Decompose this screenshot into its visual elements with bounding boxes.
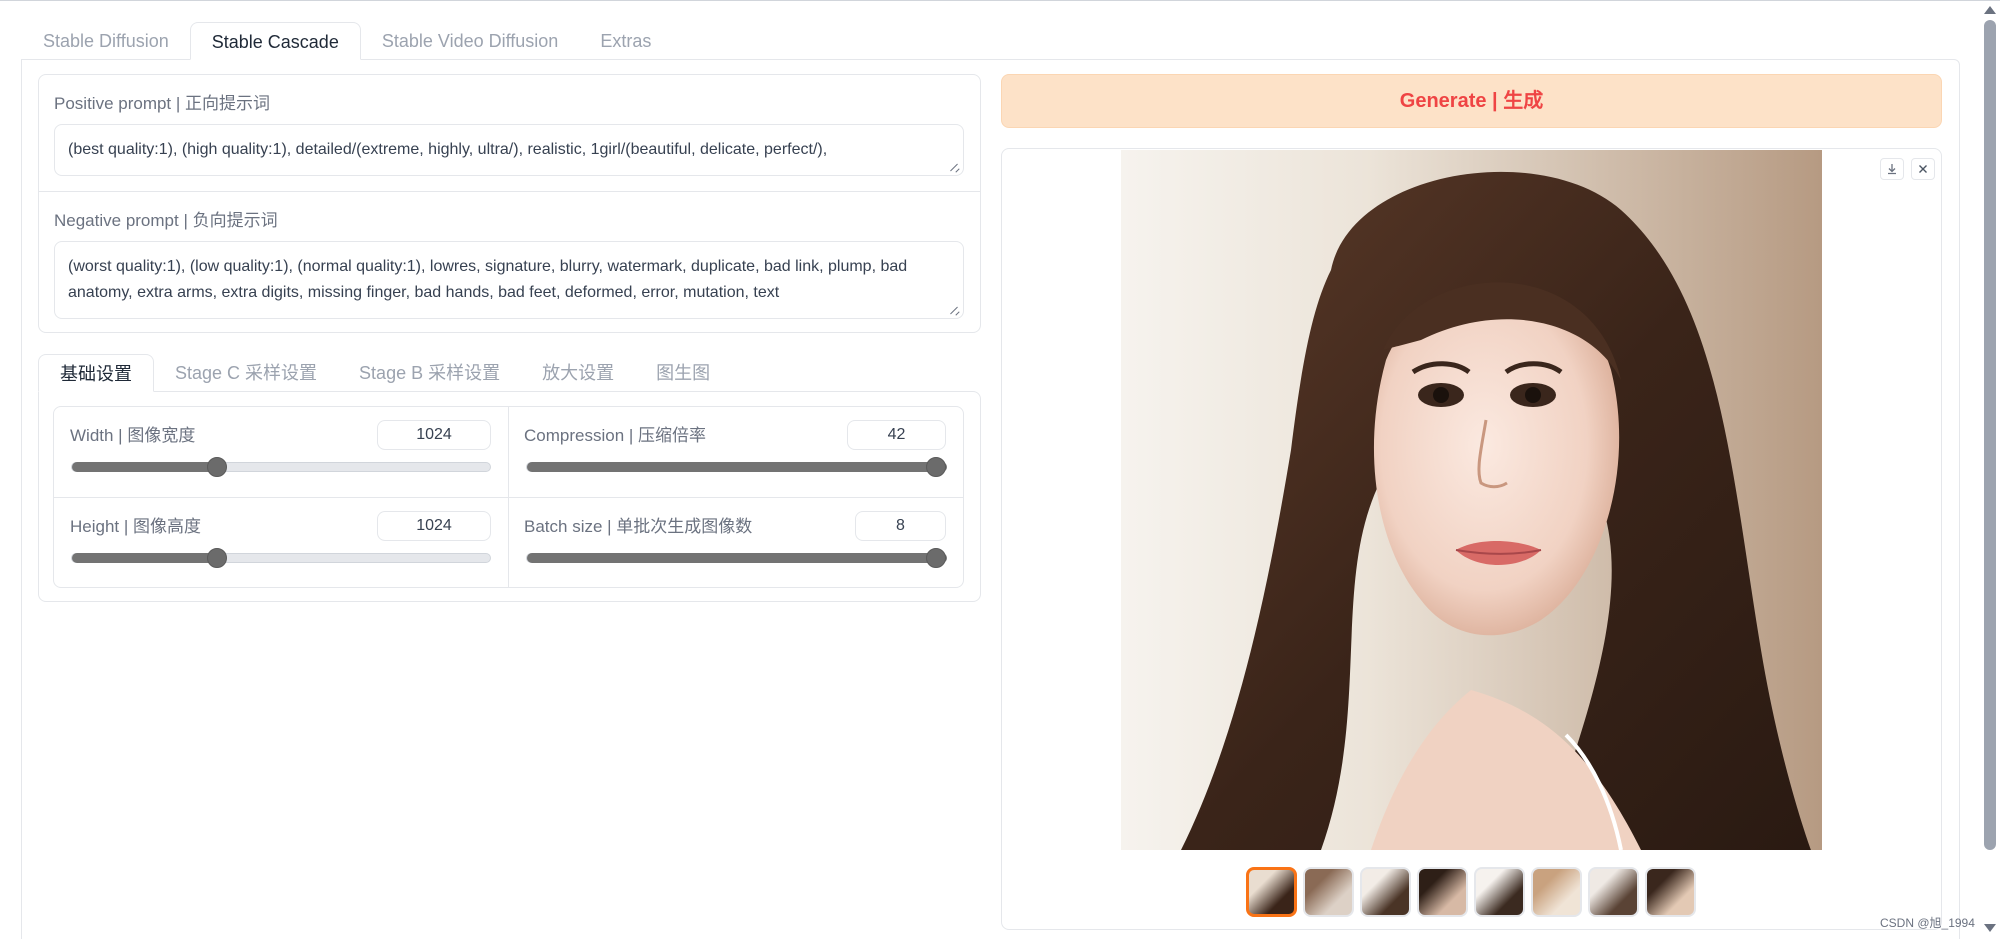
thumbnail-1[interactable] <box>1246 867 1297 917</box>
thumbnail-strip <box>1246 867 1696 917</box>
divider <box>39 191 980 192</box>
close-icon <box>1919 165 1927 173</box>
compression-label: Compression | 压缩倍率 <box>524 426 707 445</box>
tab-stable-video-diffusion[interactable]: Stable Video Diffusion <box>361 22 579 60</box>
compression-slider-thumb[interactable] <box>926 457 946 477</box>
negative-prompt-text: (worst quality:1), (low quality:1), (nor… <box>68 258 908 301</box>
close-button[interactable] <box>1911 158 1935 180</box>
height-slider-thumb[interactable] <box>207 548 227 568</box>
height-label: Height | 图像高度 <box>70 517 202 536</box>
tab-extras[interactable]: Extras <box>579 22 672 60</box>
batch-size-label: Batch size | 单批次生成图像数 <box>524 517 753 536</box>
main-tab-bar: Stable Diffusion Stable Cascade Stable V… <box>22 22 672 60</box>
watermark: CSDN @旭_1994 <box>1880 916 1975 930</box>
tab-stage-b-sampling[interactable]: Stage B 采样设置 <box>338 354 521 392</box>
settings-grid: Width | 图像宽度 1024 Compression | 压缩倍率 42 … <box>53 406 964 588</box>
batch-size-number-input[interactable]: 8 <box>855 511 946 541</box>
negative-prompt-input[interactable]: (worst quality:1), (low quality:1), (nor… <box>54 241 964 319</box>
scroll-up-arrow-icon[interactable] <box>1984 6 1996 14</box>
thumbnail-7[interactable] <box>1588 867 1639 917</box>
generated-image[interactable] <box>1121 150 1822 850</box>
positive-prompt-text: (best quality:1), (high quality:1), deta… <box>68 141 828 158</box>
tab-stable-cascade[interactable]: Stable Cascade <box>189 22 361 60</box>
thumbnail-8[interactable] <box>1645 867 1696 917</box>
window-top-border <box>0 0 2000 1</box>
thumbnail-4[interactable] <box>1417 867 1468 917</box>
batch-size-slider-fill <box>527 553 947 563</box>
download-button[interactable] <box>1880 158 1904 180</box>
width-slider[interactable] <box>71 457 491 477</box>
tab-stable-diffusion[interactable]: Stable Diffusion <box>22 22 190 60</box>
tab-stage-c-sampling[interactable]: Stage C 采样设置 <box>154 354 338 392</box>
height-number-input[interactable]: 1024 <box>377 511 491 541</box>
positive-prompt-label: Positive prompt | 正向提示词 <box>54 94 271 113</box>
output-gallery <box>1001 148 1942 930</box>
negative-prompt-label: Negative prompt | 负向提示词 <box>54 211 278 230</box>
portrait-image <box>1121 150 1822 850</box>
tab-upscale-settings[interactable]: 放大设置 <box>521 354 635 392</box>
generate-button[interactable]: Generate | 生成 <box>1001 74 1942 128</box>
thumbnail-3[interactable] <box>1360 867 1411 917</box>
tab-basic-settings[interactable]: 基础设置 <box>38 354 154 392</box>
resize-handle-icon[interactable] <box>950 305 960 315</box>
thumbnail-6[interactable] <box>1531 867 1582 917</box>
positive-prompt-input[interactable]: (best quality:1), (high quality:1), deta… <box>54 124 964 176</box>
generate-label-en: Generate | <box>1399 90 1504 112</box>
tab-img2img[interactable]: 图生图 <box>635 354 731 392</box>
width-slider-fill <box>72 462 215 472</box>
scroll-down-arrow-icon[interactable] <box>1984 924 1996 932</box>
resize-handle-icon[interactable] <box>950 162 960 172</box>
generate-label-zh: 生成 <box>1503 90 1544 112</box>
thumbnail-2[interactable] <box>1303 867 1354 917</box>
download-icon <box>1888 164 1896 175</box>
compression-slider[interactable] <box>526 457 947 477</box>
compression-number-input[interactable]: 42 <box>847 420 946 450</box>
vertical-scrollbar[interactable] <box>1984 20 1996 850</box>
width-label: Width | 图像宽度 <box>70 426 196 445</box>
compression-slider-fill <box>527 462 947 472</box>
batch-size-slider-thumb[interactable] <box>926 548 946 568</box>
height-slider[interactable] <box>71 548 491 568</box>
width-slider-thumb[interactable] <box>207 457 227 477</box>
width-number-input[interactable]: 1024 <box>377 420 491 450</box>
thumbnail-5[interactable] <box>1474 867 1525 917</box>
prompt-panel: Positive prompt | 正向提示词 (best quality:1)… <box>38 74 981 333</box>
settings-tab-bar: 基础设置 Stage C 采样设置 Stage B 采样设置 放大设置 图生图 <box>38 354 731 392</box>
height-slider-fill <box>72 553 215 563</box>
batch-size-slider[interactable] <box>526 548 947 568</box>
divider <box>54 497 963 498</box>
